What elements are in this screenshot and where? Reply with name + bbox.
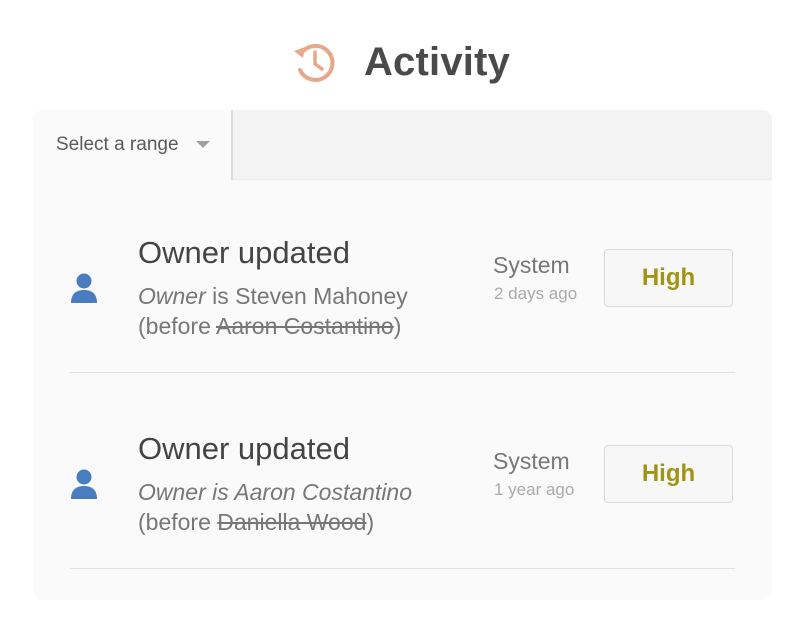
before-suffix: ) [366,509,375,535]
field-name: Owner [138,283,206,309]
filter-bar: Select a range [33,110,772,180]
page-title: Activity [363,39,511,84]
before-prefix: (before [138,313,216,339]
user-icon [71,469,97,499]
entry-time: 2 days ago [494,284,578,303]
activity-entry: Owner updated Owner is Steven Mahoney (b… [33,230,772,415]
page-header: Activity [0,32,800,92]
old-value: Aaron Costantino [216,313,394,339]
entry-title: Owner updated [138,235,350,270]
is-word: is [205,283,236,309]
entry-change: Owner is Aaron Costantino [138,479,412,506]
entry-title: Owner updated [138,431,350,466]
before-prefix: (before [138,509,218,535]
entry-previous: (before Aaron Costantino) [138,313,401,340]
new-value: Steven Mahoney [235,283,408,309]
new-value: Aaron Costantino [234,479,413,505]
activity-entry: Owner updated Owner is Aaron Costantino … [33,426,772,600]
entry-time: 1 year ago [494,480,575,499]
chevron-down-icon [196,141,210,148]
priority-badge[interactable]: High [604,445,733,503]
priority-badge[interactable]: High [604,249,733,307]
divider [70,372,735,373]
divider [70,568,735,569]
activity-card: Select a range Owner updated Owner is St… [33,110,772,600]
history-icon [293,43,335,82]
before-suffix: ) [393,313,402,339]
range-select-label: Select a range [56,134,179,155]
entry-actor: System [493,448,570,474]
entry-change: Owner is Steven Mahoney [138,283,408,310]
old-value: Daniella Wood [217,509,367,535]
field-name: Owner [138,479,206,505]
entry-actor: System [493,252,570,278]
range-select[interactable]: Select a range [33,110,233,180]
user-icon [71,273,97,303]
entry-previous: (before Daniella Wood) [138,509,374,536]
is-word: is [205,479,235,505]
